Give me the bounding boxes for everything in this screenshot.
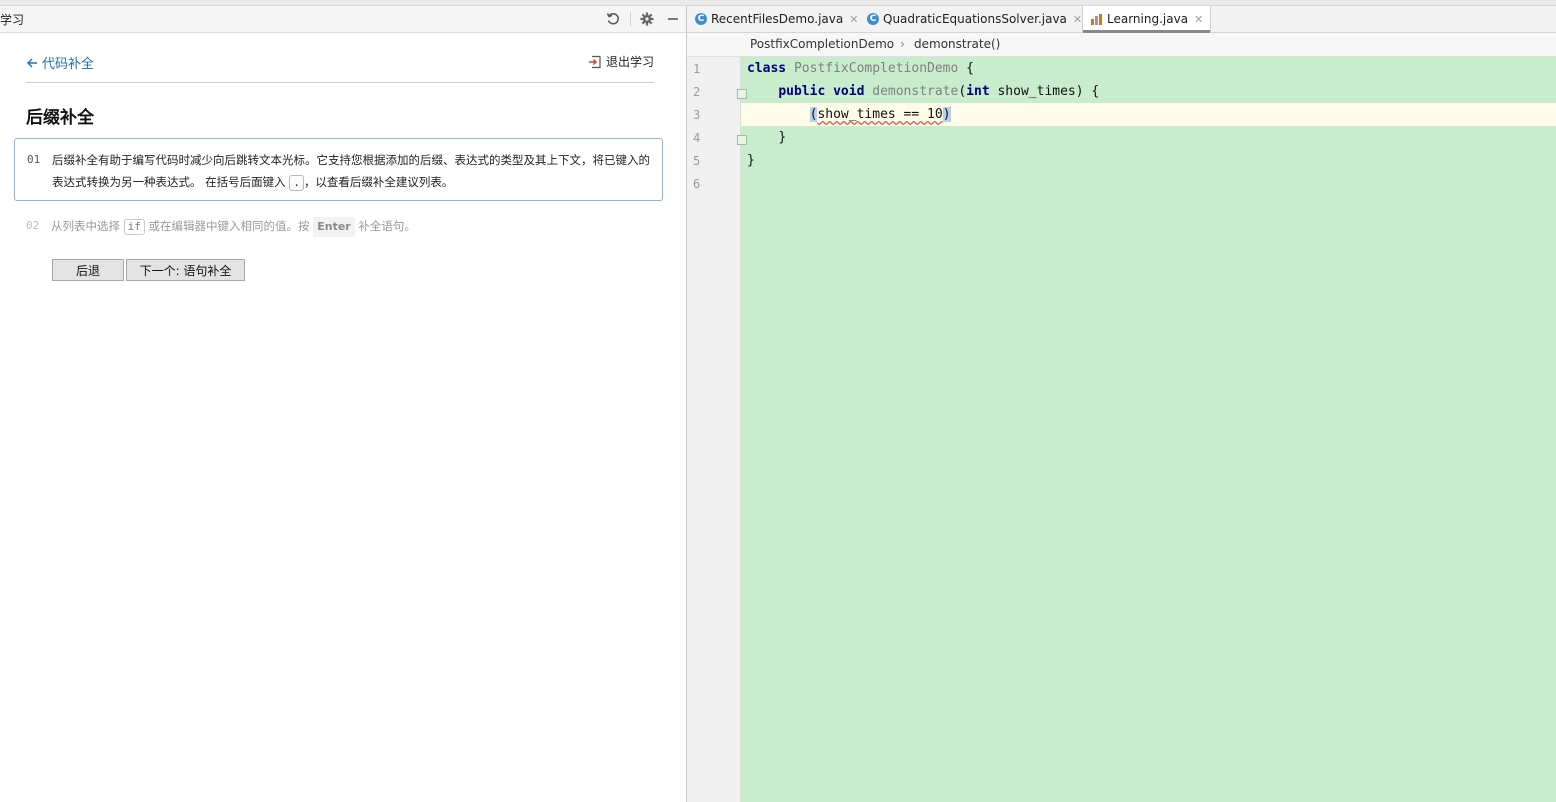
line-number: 5 bbox=[693, 154, 701, 168]
code-line-5: } bbox=[747, 153, 755, 168]
reset-icon[interactable] bbox=[604, 10, 622, 28]
matched-paren: ) bbox=[942, 107, 951, 122]
step-text-part: 或在编辑器中键入相同的值。按 bbox=[144, 219, 314, 233]
exit-learning-link[interactable]: 退出学习 bbox=[588, 53, 654, 70]
tab-quadratic-equations-solver[interactable]: C QuadraticEquationsSolver.java ✕ bbox=[867, 6, 1082, 32]
tab-recent-files-demo[interactable]: C RecentFilesDemo.java ✕ bbox=[695, 6, 858, 32]
line-number: 3 bbox=[693, 108, 701, 122]
learn-panel-title: 学习 bbox=[0, 13, 25, 27]
code-line-1: class PostfixCompletionDemo { bbox=[747, 61, 974, 76]
tab-label: QuadraticEquationsSolver.java bbox=[883, 12, 1067, 26]
method-name: demonstrate bbox=[872, 84, 959, 99]
minimize-icon[interactable] bbox=[664, 10, 682, 28]
learn-panel-header: 学习 bbox=[0, 6, 686, 33]
step-text: 从列表中选择 if 或在编辑器中键入相同的值。按 Enter 补全语句。 bbox=[51, 216, 416, 237]
code-editor[interactable]: class PostfixCompletionDemo { public voi… bbox=[741, 57, 1556, 802]
breadcrumb-method[interactable]: demonstrate() bbox=[914, 37, 1000, 51]
keyword: public bbox=[778, 84, 826, 99]
close-icon[interactable]: ✕ bbox=[1194, 13, 1203, 26]
back-to-module-link[interactable]: 代码补全 bbox=[26, 53, 94, 72]
class-name: PostfixCompletionDemo bbox=[793, 61, 959, 76]
code-line-3: (show_times == 10) bbox=[747, 107, 951, 122]
key-chip: Enter bbox=[313, 217, 355, 237]
key-chip: . bbox=[289, 175, 304, 191]
line-number: 1 bbox=[693, 62, 701, 76]
learning-file-icon bbox=[1091, 13, 1102, 25]
code-token: { bbox=[958, 61, 974, 76]
code-token: show_times) { bbox=[989, 84, 1100, 99]
line-number: 6 bbox=[693, 177, 701, 191]
close-icon[interactable]: ✕ bbox=[849, 13, 858, 26]
back-button[interactable]: 后退 bbox=[52, 259, 124, 281]
tab-label: Learning.java bbox=[1107, 12, 1189, 26]
keyword: int bbox=[966, 84, 990, 99]
editor-gutter: 1 2 3 4 5 6 bbox=[687, 57, 764, 802]
tab-label: RecentFilesDemo.java bbox=[711, 12, 844, 26]
line-number: 2 bbox=[693, 85, 701, 99]
keyword: void bbox=[833, 84, 865, 99]
code-line-2: public void demonstrate(int show_times) … bbox=[747, 84, 1099, 99]
lesson-title: 后缀补全 bbox=[26, 108, 94, 128]
code-line-4: } bbox=[747, 130, 786, 145]
header-divider bbox=[26, 82, 654, 83]
arrow-left-icon bbox=[27, 58, 37, 67]
step-text: 后缀补全有助于编写代码时减少向后跳转文本光标。它支持您根据添加的后缀、表达式的类… bbox=[52, 149, 657, 193]
code-token: } bbox=[747, 153, 755, 168]
error-expression: show_times == 10 bbox=[817, 107, 943, 122]
code-token: } bbox=[778, 130, 787, 145]
tab-learning[interactable]: Learning.java ✕ bbox=[1082, 6, 1212, 33]
java-class-icon: C bbox=[867, 13, 879, 25]
java-class-icon: C bbox=[695, 13, 707, 25]
close-icon[interactable]: ✕ bbox=[1073, 13, 1082, 26]
lesson-step-2: 02 从列表中选择 if 或在编辑器中键入相同的值。按 Enter 补全语句。 bbox=[14, 214, 663, 238]
exit-icon bbox=[588, 55, 601, 68]
step-text-part: ，以查看后缀补全建议列表。 bbox=[303, 175, 454, 189]
step-number: 01 bbox=[27, 153, 41, 166]
step-number: 02 bbox=[26, 219, 40, 232]
code-chip: if bbox=[123, 219, 145, 235]
exit-link-label: 退出学习 bbox=[605, 55, 654, 69]
keyword: class bbox=[747, 61, 787, 76]
code-token: ( bbox=[958, 84, 967, 99]
next-lesson-button[interactable]: 下一个: 语句补全 bbox=[126, 259, 245, 281]
step-text-part: 从列表中选择 bbox=[51, 219, 124, 233]
back-link-label: 代码补全 bbox=[42, 57, 95, 72]
breadcrumb-class[interactable]: PostfixCompletionDemo bbox=[750, 37, 894, 51]
editor: C RecentFilesDemo.java ✕ C QuadraticEqua… bbox=[687, 6, 1556, 802]
step-text-part: 补全语句。 bbox=[354, 219, 416, 233]
line-number: 4 bbox=[693, 131, 701, 145]
lesson-step-1: 01 后缀补全有助于编写代码时减少向后跳转文本光标。它支持您根据添加的后缀、表达… bbox=[14, 138, 663, 201]
editor-tab-bar: C RecentFilesDemo.java ✕ C QuadraticEqua… bbox=[687, 6, 1556, 33]
header-separator bbox=[630, 12, 631, 26]
breadcrumb-separator: › bbox=[900, 37, 905, 51]
gear-icon[interactable] bbox=[638, 10, 656, 28]
breadcrumb: PostfixCompletionDemo › demonstrate() bbox=[687, 33, 1556, 57]
learn-panel: 学习 代码补全 退出学习 后缀补全 01 后缀补全有助于编写代码时减少向后跳转文… bbox=[0, 6, 686, 802]
